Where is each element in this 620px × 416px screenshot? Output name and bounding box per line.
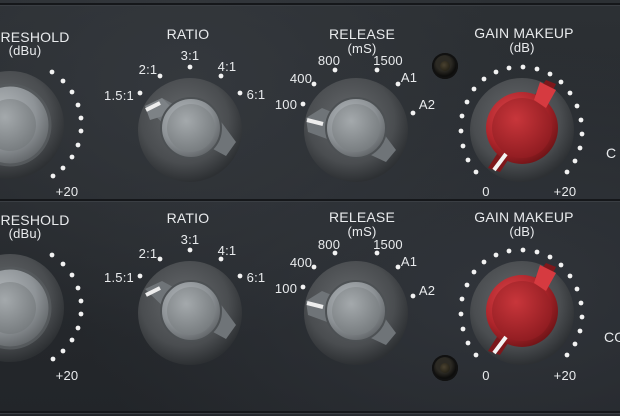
- ratio-knob-2[interactable]: [138, 261, 242, 365]
- knob-layer: [0, 64, 585, 365]
- ratio-knob[interactable]: [138, 78, 242, 182]
- threshold-knob[interactable]: [0, 71, 64, 179]
- gain-makeup-knob[interactable]: [470, 78, 574, 182]
- release-knob-2[interactable]: [304, 261, 408, 365]
- gain-makeup-knob-2[interactable]: [470, 261, 574, 365]
- release-knob[interactable]: [304, 78, 408, 182]
- threshold-knob-2[interactable]: [0, 254, 64, 362]
